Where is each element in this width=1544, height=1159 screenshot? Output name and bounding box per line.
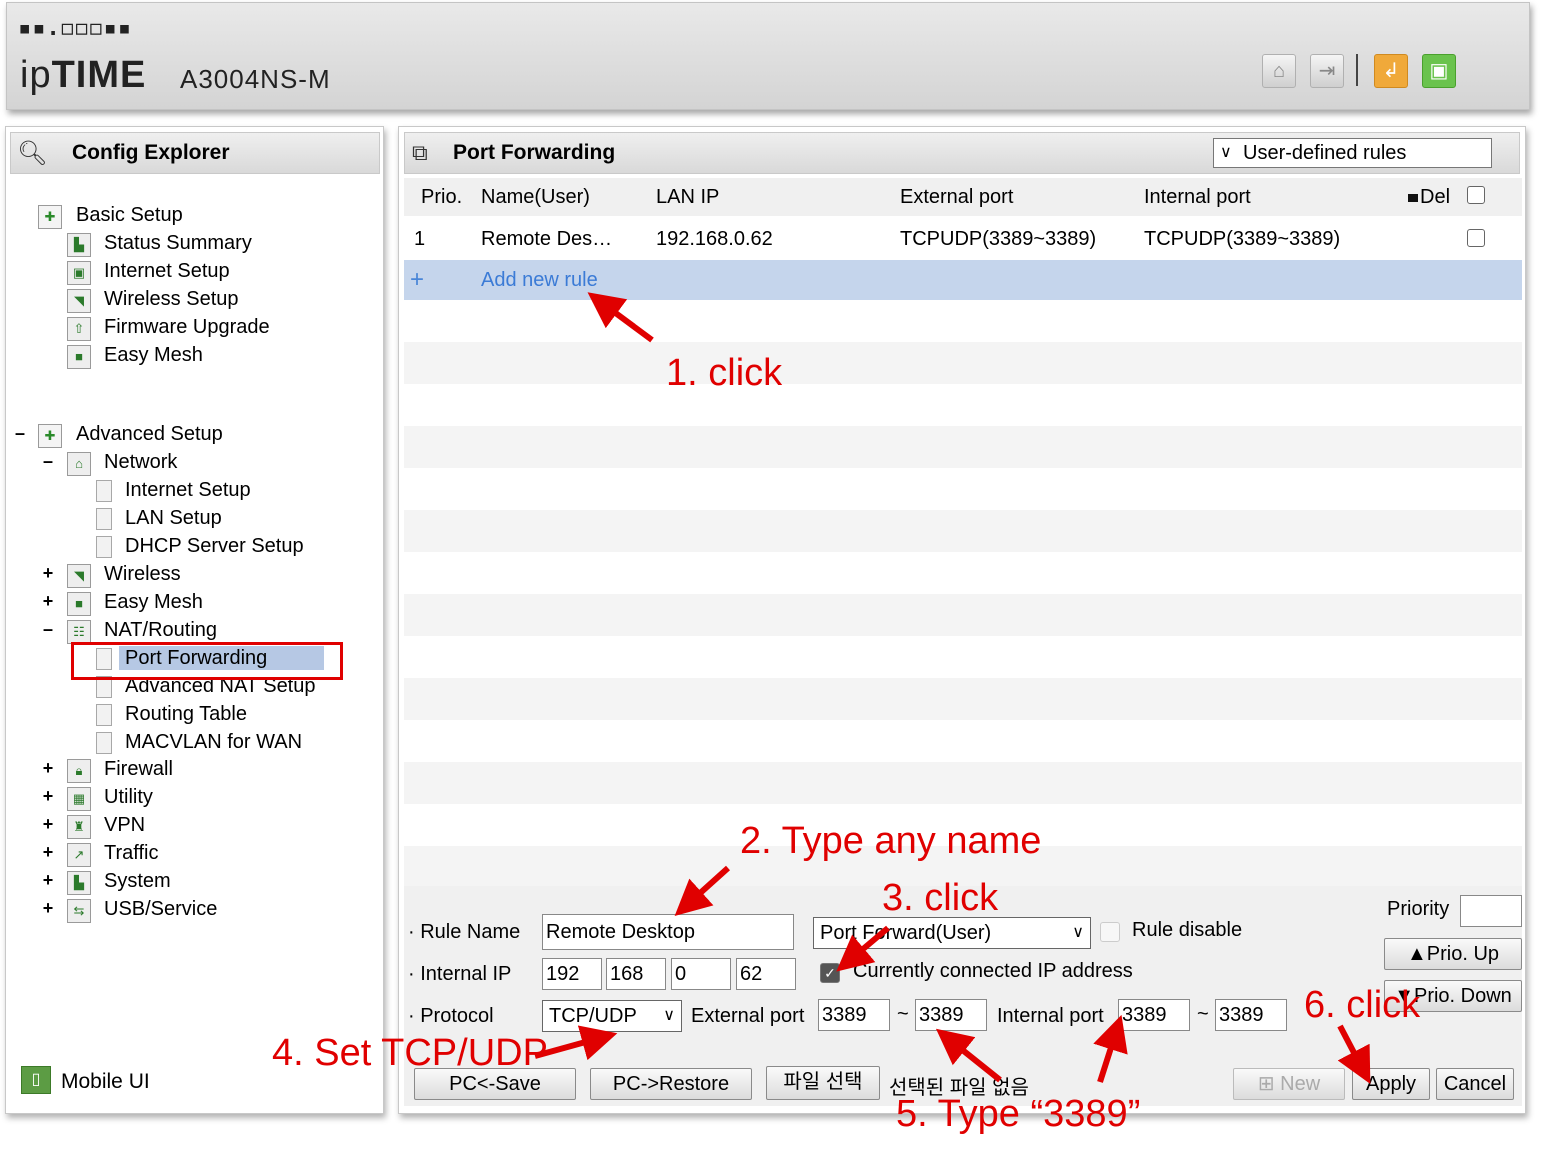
annotation-step5: 5. Type “3389”	[896, 1093, 1141, 1135]
arrow-step2	[674, 865, 731, 917]
arrow-step6	[1337, 1024, 1371, 1084]
arrow-step3	[836, 925, 890, 972]
annotation-step2: 2. Type any name	[740, 820, 1042, 862]
annotation-step1: 1. click	[666, 352, 783, 394]
arrow-step5b	[1093, 1014, 1128, 1083]
annotation-step3: 3. click	[882, 877, 999, 919]
annotation-step4: 4. Set TCP/UDP	[272, 1032, 548, 1074]
annotation-step6: 6. click	[1304, 984, 1421, 1026]
arrow-step5a	[935, 1028, 1002, 1083]
arrow-step1	[587, 292, 654, 343]
